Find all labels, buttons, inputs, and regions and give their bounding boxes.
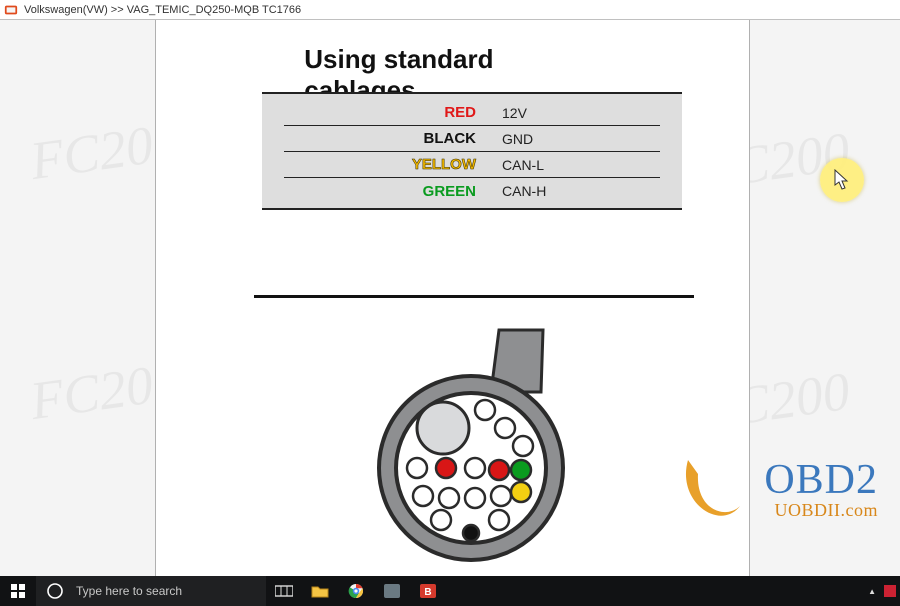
- signal-label: 12V: [494, 105, 660, 121]
- color-label: YELLOW: [284, 156, 494, 173]
- file-explorer-button[interactable]: [302, 576, 338, 606]
- brand-text-top: OBD2: [764, 456, 878, 504]
- signal-label: GND: [494, 131, 660, 147]
- chrome-button[interactable]: [338, 576, 374, 606]
- color-label: GREEN: [284, 183, 494, 200]
- connector-diagram: [371, 328, 576, 563]
- section-divider: [254, 295, 694, 298]
- svg-text:B: B: [424, 587, 431, 598]
- color-label: RED: [284, 104, 494, 121]
- table-row: GREEN CAN-H: [284, 178, 660, 204]
- window-title: Volkswagen(VW) >> VAG_TEMIC_DQ250-MQB TC…: [24, 4, 301, 16]
- app1-button[interactable]: [374, 576, 410, 606]
- wiring-table: RED 12V BLACK GND YELLOW CAN-L GREEN CAN…: [262, 92, 682, 210]
- task-icons: B: [266, 576, 446, 606]
- color-label: BLACK: [284, 130, 494, 147]
- app2-button[interactable]: B: [410, 576, 446, 606]
- cursor-icon: [834, 169, 850, 191]
- brand-text-bottom: UOBDII.com: [775, 500, 878, 521]
- document-page: Using standard cablages RED 12V BLACK GN…: [155, 20, 750, 576]
- cortana-icon: [42, 578, 68, 604]
- cursor-highlight: [820, 158, 864, 202]
- table-row: BLACK GND: [284, 126, 660, 152]
- taskbar-search[interactable]: Type here to search: [36, 576, 266, 606]
- table-row: YELLOW CAN-L: [284, 152, 660, 178]
- document-viewport: FC200 FC200 FC200 FC200 FC200 FC200 Usin…: [0, 20, 900, 576]
- window-titlebar: Volkswagen(VW) >> VAG_TEMIC_DQ250-MQB TC…: [0, 0, 900, 20]
- start-button[interactable]: [0, 576, 36, 606]
- table-row: RED 12V: [284, 100, 660, 126]
- brand-watermark: OBD2 UOBDII.com: [682, 448, 878, 534]
- tray-icon[interactable]: [884, 585, 896, 597]
- signal-label: CAN-L: [494, 157, 660, 173]
- windows-icon: [11, 584, 25, 598]
- tray-overflow-button[interactable]: ▲: [868, 587, 876, 596]
- signal-label: CAN-H: [494, 183, 660, 199]
- taskbar: Type here to search B ▲: [0, 576, 900, 606]
- system-tray: ▲: [868, 576, 900, 606]
- task-view-button[interactable]: [266, 576, 302, 606]
- search-placeholder: Type here to search: [76, 584, 182, 598]
- app-icon: [4, 3, 18, 17]
